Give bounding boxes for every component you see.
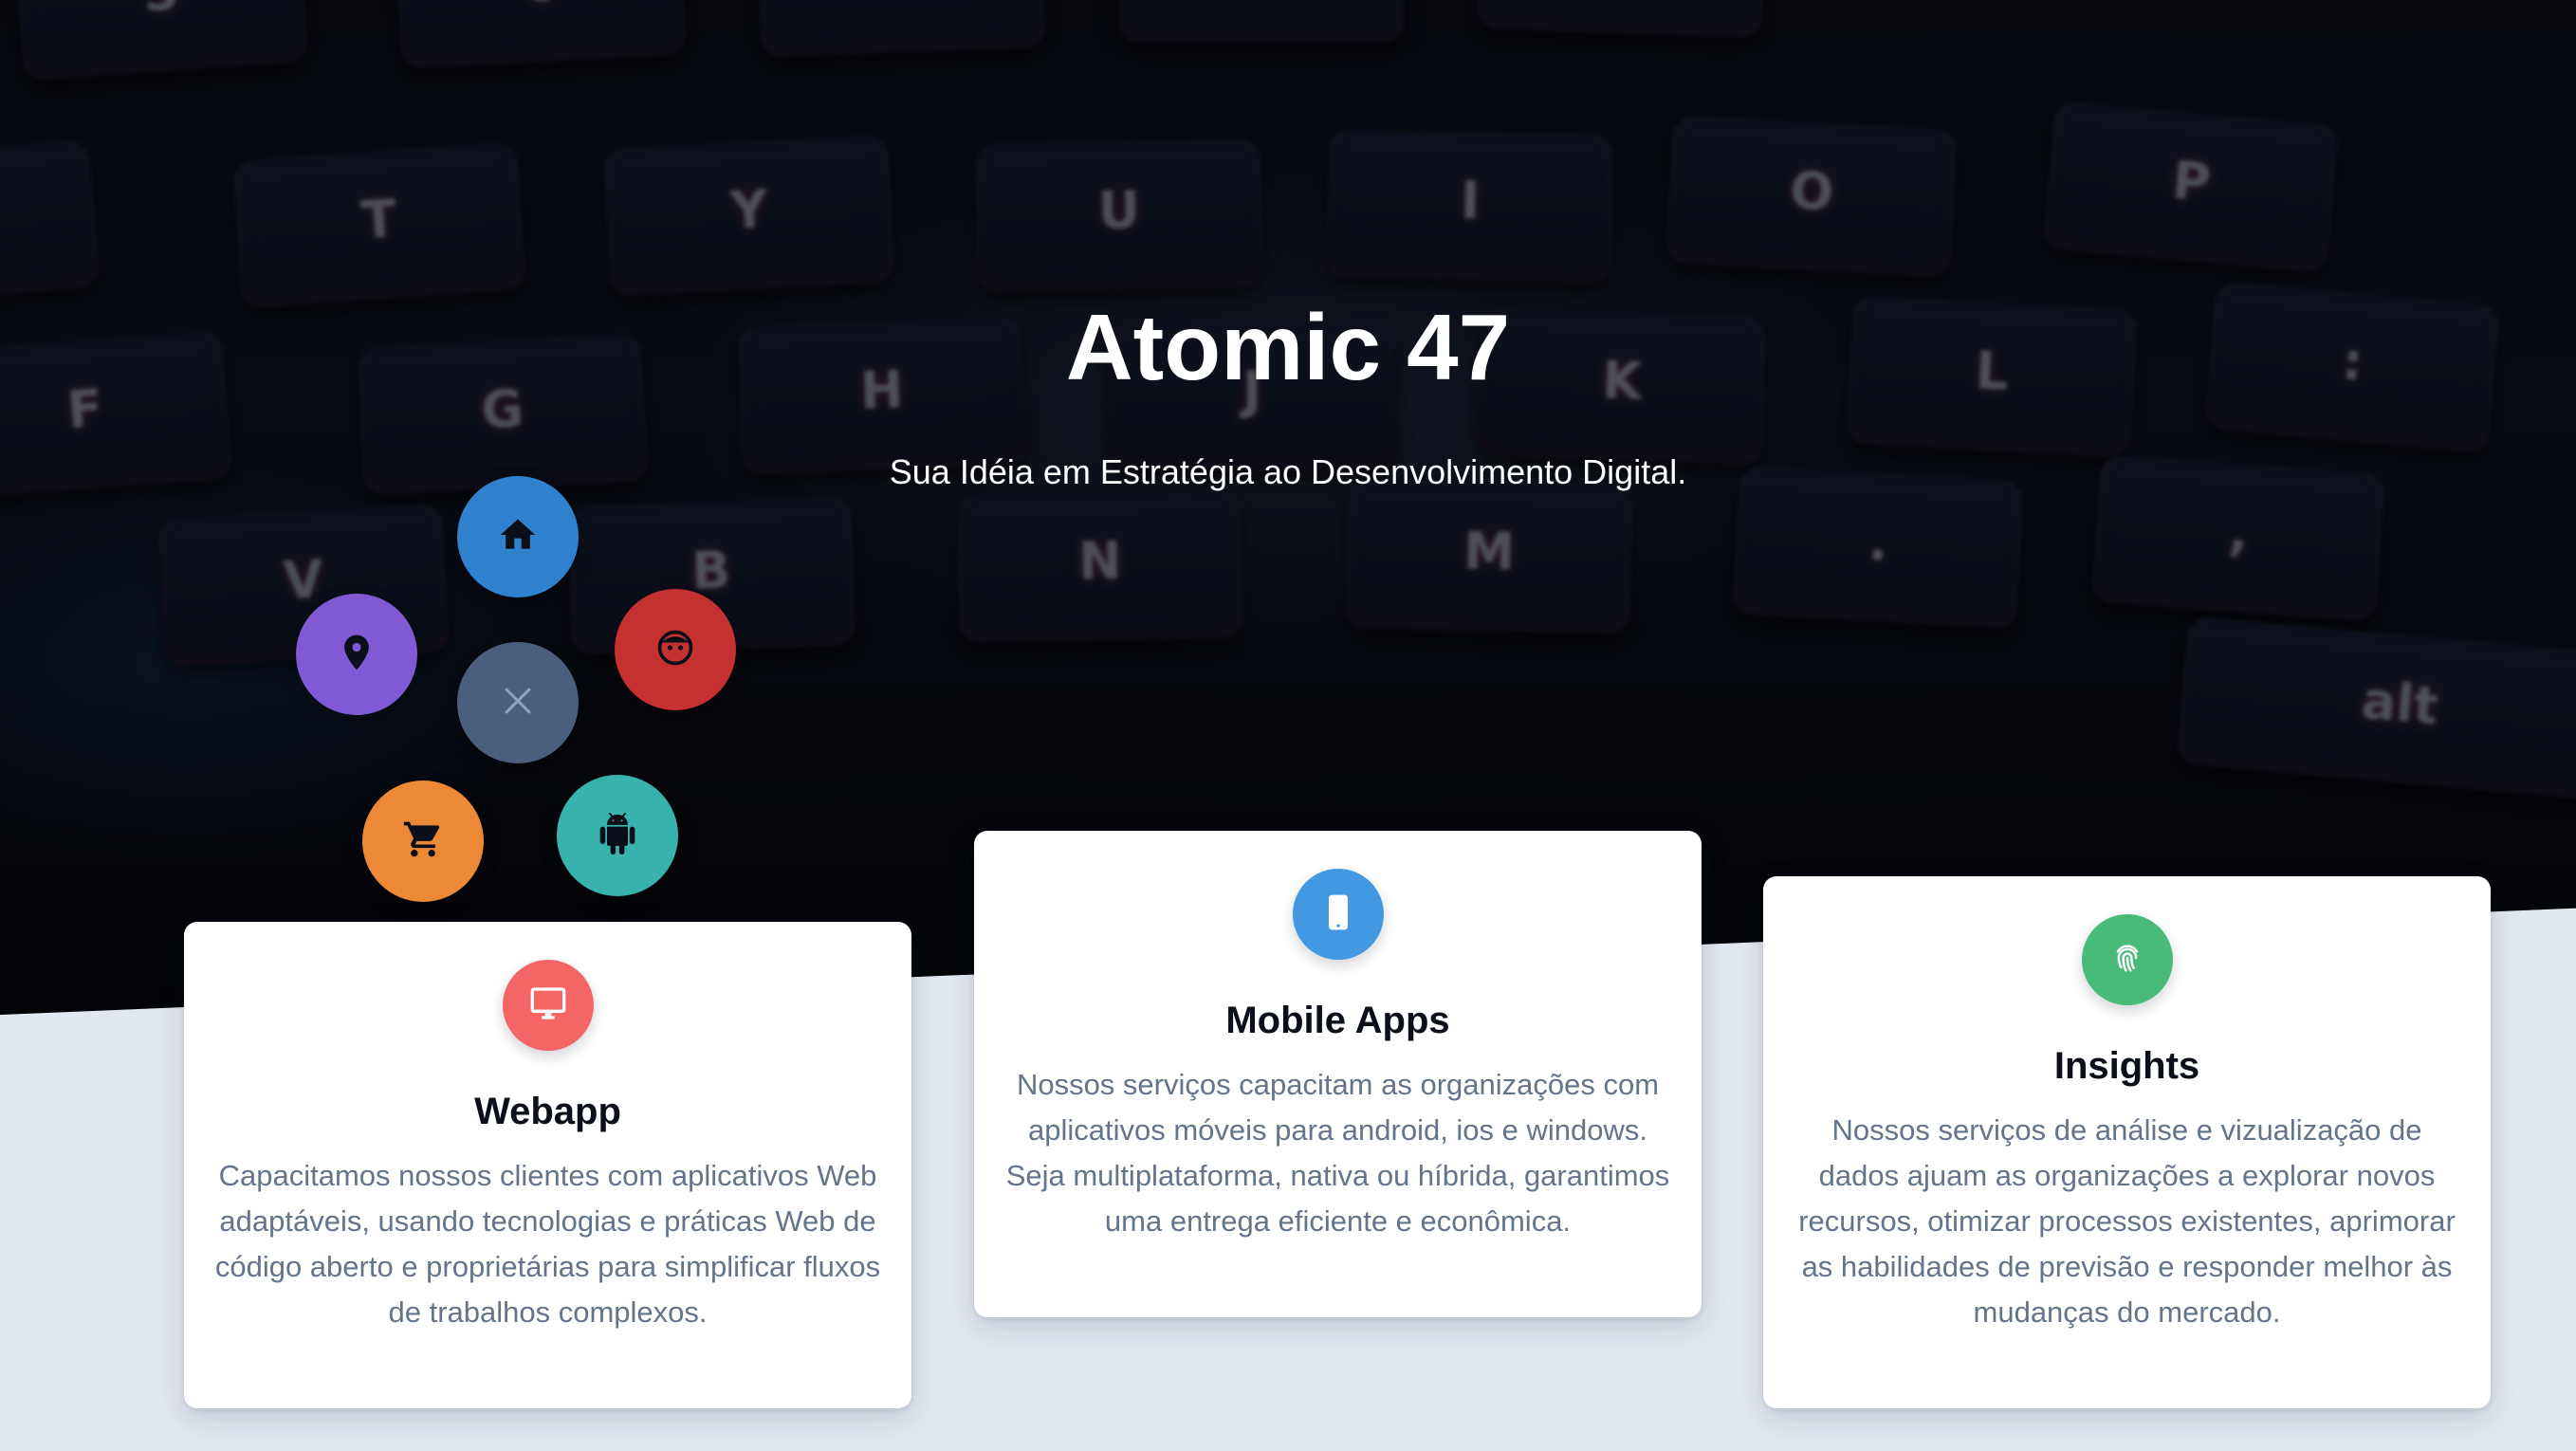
service-card-webapp: Webapp Capacitamos nossos clientes com a… bbox=[184, 922, 911, 1408]
fingerprint-icon bbox=[2108, 939, 2146, 982]
keyboard-key: N bbox=[956, 490, 1244, 643]
card-icon-badge bbox=[503, 960, 594, 1051]
android-icon bbox=[597, 812, 638, 859]
keyboard-key: M bbox=[1345, 481, 1633, 634]
keyboard-key: 9 bbox=[1477, 0, 1767, 39]
keyboard-key: O bbox=[1665, 116, 1958, 278]
location-pin-icon bbox=[336, 632, 377, 678]
keyboard-key: alt bbox=[2176, 616, 2576, 801]
fab-home-button[interactable] bbox=[457, 476, 579, 597]
card-icon-badge bbox=[2082, 914, 2173, 1005]
fab-android-button[interactable] bbox=[557, 775, 678, 896]
card-description: Nossos serviços capacitam as organizaçõe… bbox=[1005, 1068, 1670, 1238]
keyboard-key: Y bbox=[603, 135, 895, 297]
keyboard-key: P bbox=[2042, 101, 2340, 273]
keyboard-key: 5 bbox=[13, 0, 309, 82]
keyboard-key: R bbox=[0, 139, 101, 311]
keyboard-key: I bbox=[1326, 130, 1614, 283]
keyboard-key: T bbox=[231, 141, 527, 309]
card-description: Nossos serviços de análise e vizualizaçã… bbox=[1798, 1113, 2456, 1329]
fab-location-button[interactable] bbox=[296, 594, 417, 715]
fab-face-button[interactable] bbox=[615, 589, 736, 710]
fab-close-button[interactable] bbox=[457, 642, 579, 763]
face-icon bbox=[654, 627, 696, 673]
keyboard-key: U bbox=[975, 139, 1263, 292]
keyboard-key: 7 bbox=[756, 0, 1046, 58]
card-icon-badge bbox=[1293, 869, 1384, 960]
service-card-insights: Insights Nossos serviços de análise e vi… bbox=[1763, 876, 2491, 1408]
service-card-mobile-apps: Mobile Apps Nossos serviços capacitam as… bbox=[974, 831, 1702, 1317]
keyboard-key: 6 bbox=[395, 0, 687, 69]
close-icon bbox=[497, 680, 539, 726]
card-title: Webapp bbox=[474, 1091, 621, 1132]
card-title: Mobile Apps bbox=[1225, 1000, 1450, 1041]
card-title: Insights bbox=[2053, 1045, 2200, 1087]
card-description: Capacitamos nossos clientes com aplicati… bbox=[214, 1159, 881, 1329]
fab-cart-button[interactable] bbox=[362, 781, 484, 902]
shopping-cart-icon bbox=[402, 818, 444, 865]
home-icon bbox=[497, 514, 539, 560]
mobile-phone-icon bbox=[1319, 893, 1357, 936]
desktop-icon bbox=[529, 984, 567, 1027]
page-subtitle: Sua Idéia em Estratégia ao Desenvolvimen… bbox=[889, 452, 1687, 491]
keyboard-key: 8 bbox=[1119, 0, 1404, 43]
page-title: Atomic 47 bbox=[1065, 295, 1511, 399]
